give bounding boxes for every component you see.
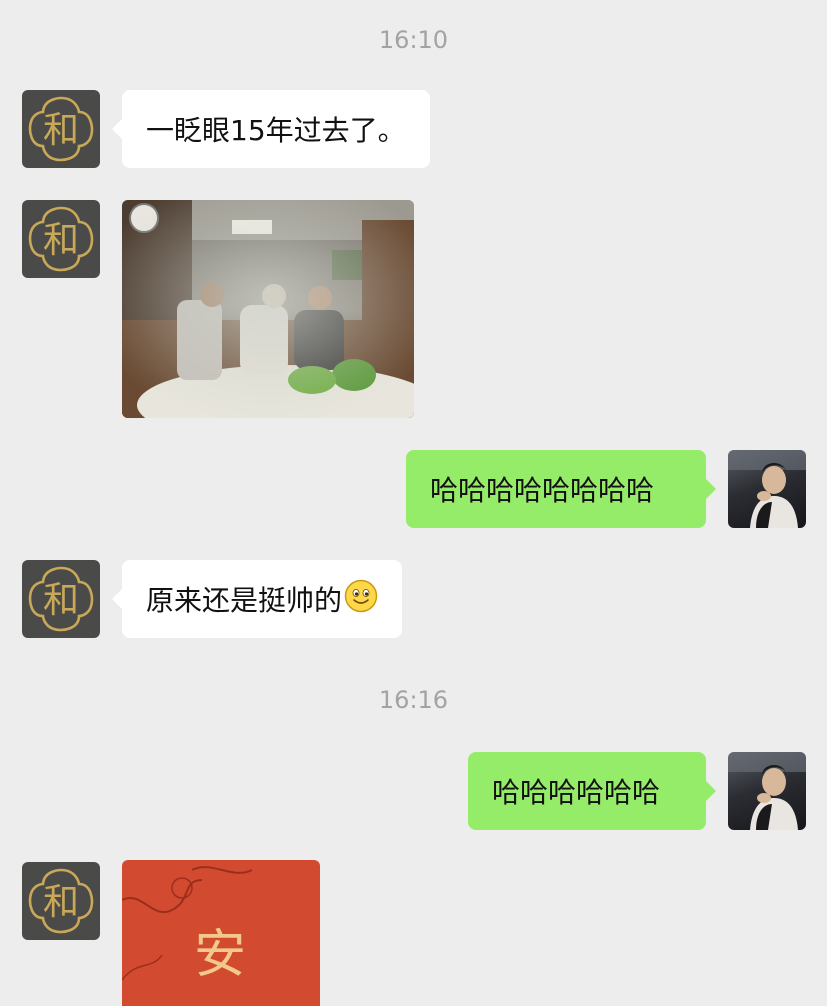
- outgoing-message-bubble[interactable]: 哈哈哈哈哈哈哈哈: [406, 450, 716, 528]
- contact-avatar[interactable]: 和: [22, 862, 100, 940]
- timestamp: 16:16: [378, 686, 449, 714]
- incoming-message-bubble[interactable]: 一眨眼15年过去了。: [112, 90, 430, 168]
- smile-emoji-icon: [344, 579, 378, 620]
- red-envelope-image: 安: [122, 860, 320, 1006]
- envelope-char: 安: [194, 925, 246, 985]
- message-text: 一眨眼15年过去了。: [146, 114, 406, 147]
- red-envelope-image-message[interactable]: 安: [122, 860, 320, 1006]
- message-text: 哈哈哈哈哈哈哈哈: [430, 474, 655, 507]
- contact-avatar[interactable]: 和: [22, 560, 100, 638]
- logo-char: 和: [43, 580, 79, 621]
- he-logo-icon: 和: [28, 206, 94, 272]
- message-text: 原来还是挺帅的: [146, 584, 343, 617]
- logo-char: 和: [43, 110, 79, 151]
- dinner-photo-image: [122, 200, 414, 418]
- timestamp: 16:10: [378, 26, 449, 54]
- chat-window: 16:10 和 一眨眼15年过去了。 和 哈哈哈哈哈哈哈哈 和 原来还是挺帅的 …: [0, 0, 827, 1006]
- outgoing-message-bubble[interactable]: 哈哈哈哈哈哈: [468, 752, 716, 830]
- he-logo-icon: 和: [28, 566, 94, 632]
- photo-message[interactable]: [122, 200, 414, 418]
- logo-char: 和: [43, 220, 79, 261]
- user-avatar[interactable]: [728, 752, 806, 830]
- user-photo-avatar: [728, 450, 806, 528]
- contact-avatar[interactable]: 和: [22, 200, 100, 278]
- user-avatar[interactable]: [728, 450, 806, 528]
- contact-avatar[interactable]: 和: [22, 90, 100, 168]
- message-text: 哈哈哈哈哈哈: [492, 776, 661, 809]
- he-logo-icon: 和: [28, 96, 94, 162]
- logo-char: 和: [43, 882, 79, 923]
- incoming-message-bubble[interactable]: 原来还是挺帅的: [111, 560, 403, 638]
- he-logo-icon: 和: [28, 868, 94, 934]
- user-photo-avatar: [728, 752, 806, 830]
